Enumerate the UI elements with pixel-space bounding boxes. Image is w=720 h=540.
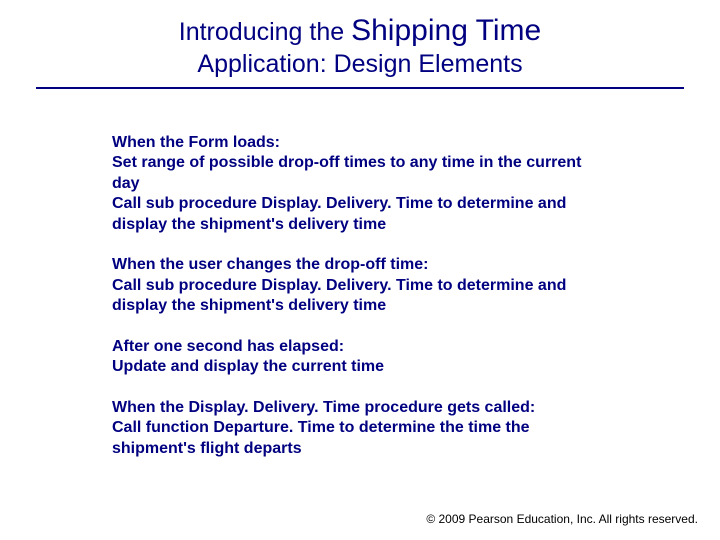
title-line-1: Introducing the Shipping Time [0,14,720,48]
p4-line2: Call function Departure. Time to determi… [112,418,610,459]
p1-line1: When the Form loads: [112,133,610,153]
copyright-icon: © [426,512,435,526]
p4-line1: When the Display. Delivery. Time procedu… [112,398,610,418]
paragraph-2: When the user changes the drop-off time:… [112,255,610,316]
title-divider [36,87,684,89]
slide-title: Introducing the Shipping Time Applicatio… [0,0,720,79]
title-prefix: Introducing the [179,18,351,46]
paragraph-4: When the Display. Delivery. Time procedu… [112,398,610,459]
slide: Introducing the Shipping Time Applicatio… [0,0,720,540]
p3-line1: After one second has elapsed: [112,337,610,357]
title-emphasis: Shipping Time [351,14,541,47]
copyright-text: 2009 Pearson Education, Inc. All rights … [435,512,698,526]
p1-line3: Call sub procedure Display. Delivery. Ti… [112,194,610,235]
paragraph-3: After one second has elapsed: Update and… [112,337,610,378]
p2-line1: When the user changes the drop-off time: [112,255,610,275]
p3-line2: Update and display the current time [112,357,610,377]
body-text: When the Form loads: Set range of possib… [112,133,610,459]
copyright-footer: © 2009 Pearson Education, Inc. All right… [426,512,698,526]
p2-line2: Call sub procedure Display. Delivery. Ti… [112,276,610,317]
title-line-2: Application: Design Elements [0,50,720,79]
paragraph-1: When the Form loads: Set range of possib… [112,133,610,235]
p1-line2: Set range of possible drop-off times to … [112,153,610,194]
